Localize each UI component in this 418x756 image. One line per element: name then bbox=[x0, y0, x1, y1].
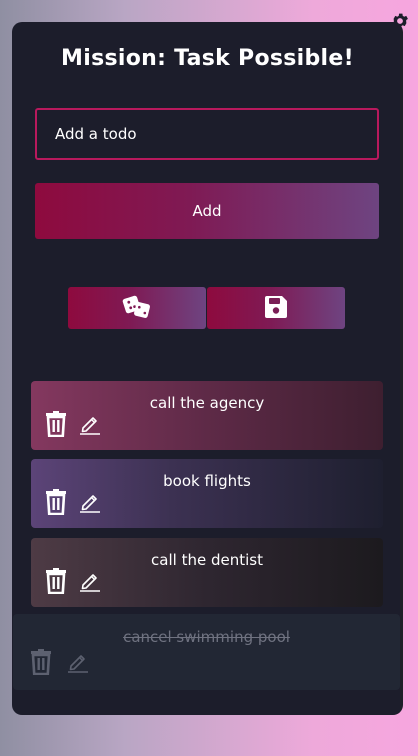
todo-text: book flights bbox=[163, 472, 251, 490]
edit-pencil-icon[interactable] bbox=[79, 491, 101, 517]
edit-pencil-icon[interactable] bbox=[67, 651, 89, 677]
trash-icon[interactable] bbox=[30, 649, 52, 679]
todo-text: cancel swimming pool bbox=[123, 628, 290, 646]
dice-icon bbox=[122, 294, 152, 323]
edit-pencil-icon[interactable] bbox=[79, 413, 101, 439]
trash-icon[interactable] bbox=[45, 489, 67, 519]
todo-input[interactable] bbox=[35, 108, 379, 160]
todo-item-completed: cancel swimming pool bbox=[13, 614, 400, 690]
page-title: Mission: Task Possible! bbox=[61, 46, 354, 71]
trash-icon[interactable] bbox=[45, 568, 67, 598]
todo-card: Mission: Task Possible! Add ca bbox=[12, 22, 403, 715]
random-todo-button[interactable] bbox=[68, 287, 206, 329]
todo-item: call the agency bbox=[31, 381, 383, 450]
todo-item: book flights bbox=[31, 459, 383, 528]
add-button[interactable]: Add bbox=[35, 183, 379, 239]
floppy-disk-icon bbox=[263, 294, 289, 323]
edit-pencil-icon[interactable] bbox=[79, 570, 101, 596]
save-button[interactable] bbox=[207, 287, 345, 329]
todo-text: call the dentist bbox=[151, 551, 263, 569]
trash-icon[interactable] bbox=[45, 411, 67, 441]
todo-text: call the agency bbox=[149, 394, 265, 412]
todo-item: call the dentist bbox=[31, 538, 383, 607]
